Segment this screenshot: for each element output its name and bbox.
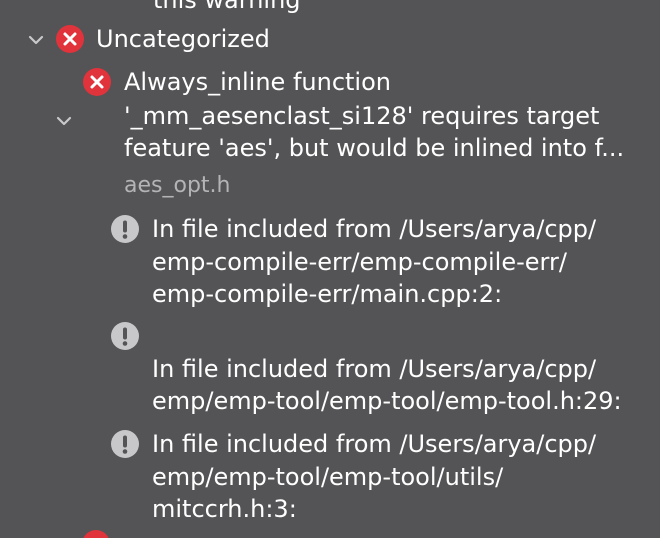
error-file-name: aes_opt.h [124, 173, 231, 198]
note-line: In file included from /Users/arya/cpp/ [152, 215, 597, 243]
error-message-line: '_mm_aesenclast_si128' requires target [124, 102, 600, 130]
note-line: mitccrh.h:3: [152, 495, 297, 523]
note-line: emp/emp-tool/emp-tool/utils/ [152, 463, 504, 491]
note-line: emp-compile-err/emp-compile-err/ [152, 248, 567, 276]
note-line: In file included from /Users/arya/cpp/ [152, 430, 597, 458]
exclamation-icon [111, 430, 139, 458]
error-x-icon [56, 25, 84, 53]
note-line: emp-compile-err/main.cpp:2: [152, 280, 503, 308]
error-x-icon [83, 68, 111, 96]
error-message-line: feature 'aes', but would be inlined into… [124, 134, 625, 162]
error-message-line: Always_inline function [124, 68, 391, 96]
exclamation-icon [111, 215, 139, 243]
previous-item-text[interactable]: this warning [153, 0, 301, 16]
note-line: In file included from /Users/arya/cpp/ [152, 355, 597, 383]
chevron-down-icon[interactable] [28, 32, 44, 48]
chevron-down-icon[interactable] [56, 113, 72, 129]
exclamation-icon [111, 322, 139, 350]
group-title: Uncategorized [96, 25, 270, 53]
note-line: emp/emp-tool/emp-tool/emp-tool.h:29: [152, 387, 622, 415]
error-x-icon [82, 530, 110, 538]
